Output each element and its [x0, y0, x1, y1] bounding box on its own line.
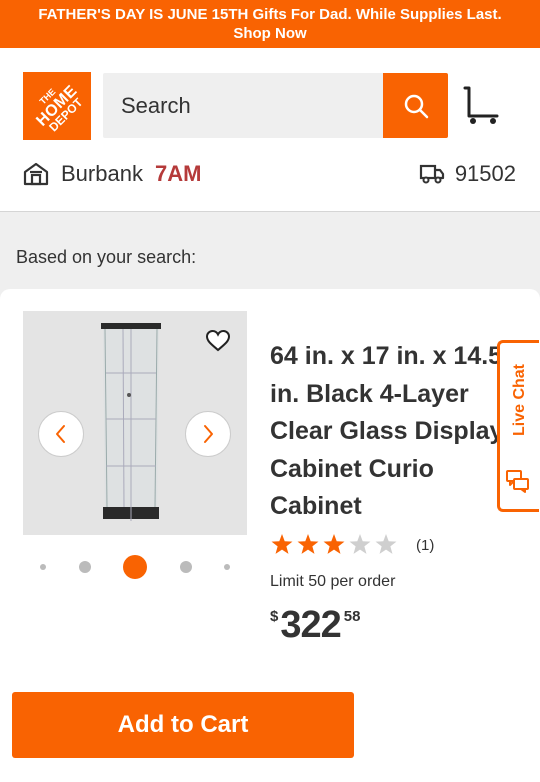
star-filled-icon: [297, 534, 319, 554]
add-to-cart-button[interactable]: Add to Cart: [12, 692, 354, 758]
carousel-dot[interactable]: [179, 561, 192, 573]
star-empty-icon: [349, 534, 371, 554]
carousel-dot[interactable]: [40, 564, 46, 570]
promo-banner-shop-now[interactable]: Shop Now: [0, 24, 540, 43]
home-depot-logo[interactable]: THE HOME DEPOT: [23, 72, 91, 140]
price-currency: $: [270, 608, 279, 625]
carousel-dot[interactable]: [78, 561, 91, 573]
product-image[interactable]: [23, 311, 247, 535]
search-field[interactable]: [103, 73, 383, 138]
next-image-button[interactable]: [185, 411, 231, 457]
star-rating-icons: [271, 534, 397, 554]
store-time: 7AM: [154, 161, 202, 186]
cart-icon[interactable]: [461, 86, 501, 126]
chevron-right-icon: [204, 425, 213, 443]
heart-icon[interactable]: [205, 329, 231, 353]
product-title[interactable]: 64 in. x 17 in. x 14.5 in. Black 4-Layer…: [270, 338, 505, 526]
store-icon: [23, 162, 49, 186]
image-carousel-dots: [40, 554, 230, 580]
zip-code: 91502: [454, 161, 516, 186]
search-input[interactable]: [103, 73, 383, 138]
search-icon: [404, 94, 428, 118]
product-price: $ 322 58: [270, 603, 360, 647]
store-name: Burbank: [61, 161, 143, 186]
review-count: (1): [416, 536, 435, 554]
header: THE HOME DEPOT Burbank 7AM: [0, 48, 540, 212]
live-chat-button[interactable]: Live Chat: [497, 340, 539, 512]
carousel-dot[interactable]: [224, 564, 230, 570]
results-heading: Based on your search:: [16, 247, 197, 267]
order-limit: Limit 50 per order: [270, 573, 396, 590]
store-selector[interactable]: Burbank 7AM: [23, 160, 201, 188]
product-rating[interactable]: (1): [270, 533, 434, 557]
price-cents: 58: [343, 608, 361, 625]
truck-icon: [419, 164, 444, 184]
chevron-left-icon: [56, 425, 65, 443]
search-button[interactable]: [383, 73, 448, 138]
price-dollars: 322: [280, 604, 341, 646]
chat-bubbles-icon: [506, 470, 529, 493]
promo-banner[interactable]: FATHER'S DAY IS JUNE 15TH Gifts For Dad.…: [0, 0, 540, 48]
live-chat-label: Live Chat: [510, 363, 528, 437]
star-empty-icon: [375, 534, 397, 554]
delivery-zip[interactable]: 91502: [419, 160, 516, 188]
logo-text: THE HOME DEPOT: [33, 82, 86, 135]
star-filled-icon: [323, 534, 345, 554]
prev-image-button[interactable]: [38, 411, 84, 457]
star-filled-icon: [271, 534, 293, 554]
promo-banner-line1: FATHER'S DAY IS JUNE 15TH Gifts For Dad.…: [38, 6, 502, 23]
carousel-dot-active[interactable]: [123, 555, 147, 579]
